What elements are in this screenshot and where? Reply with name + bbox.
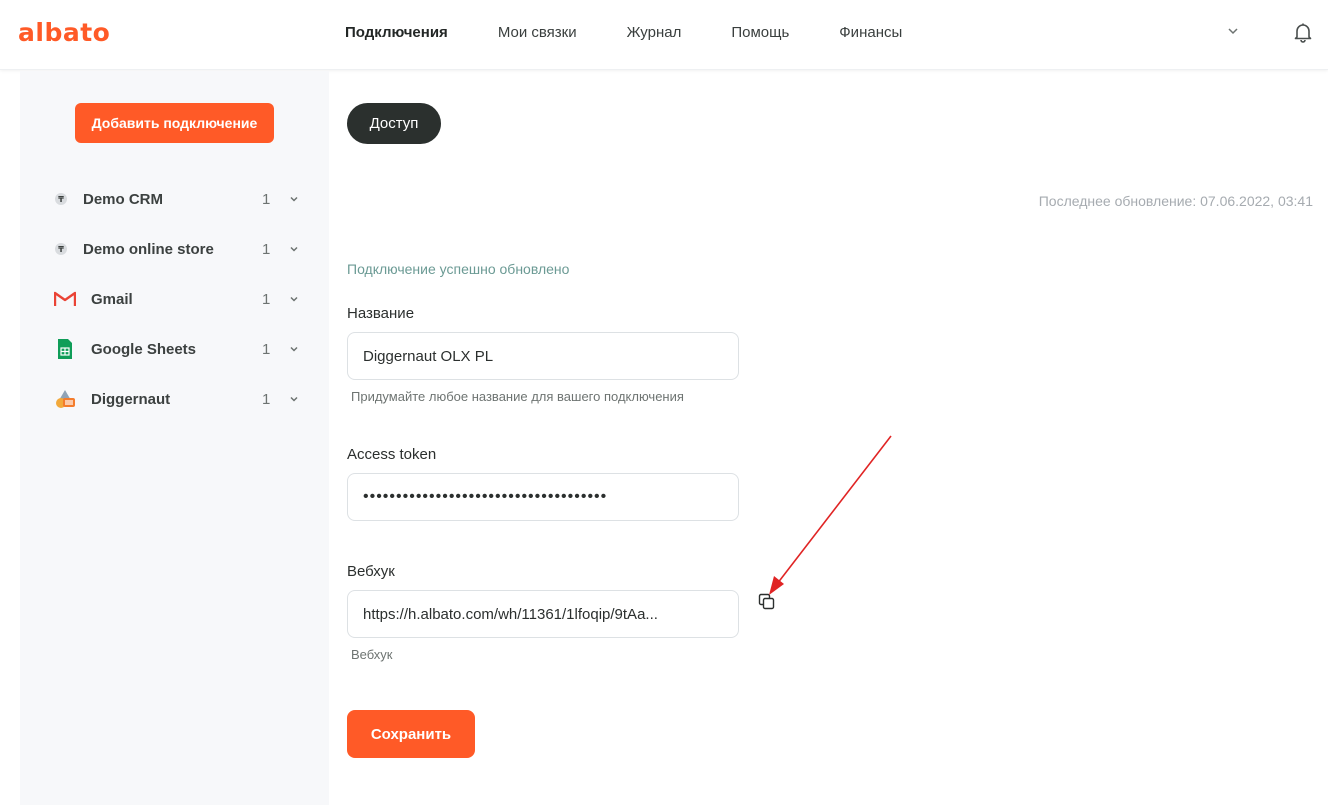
name-label: Название [347, 305, 415, 322]
gmail-icon [54, 288, 76, 310]
sidebar-item-google-sheets[interactable]: Google Sheets 1 [54, 324, 304, 374]
sidebar-item-label: Demo CRM [83, 190, 164, 208]
chevron-down-icon[interactable] [288, 343, 300, 355]
name-input[interactable] [347, 332, 739, 380]
sidebar-item-gmail[interactable]: Gmail 1 [54, 274, 304, 324]
sidebar-item-label: Diggernaut [91, 390, 171, 408]
nav-item-journal[interactable]: Журнал [627, 24, 682, 41]
add-connection-button[interactable]: Добавить подключение [75, 103, 274, 143]
last-update-text: Последнее обновление: 07.06.2022, 03:41 [1038, 193, 1313, 209]
demo-icon: ₸ [54, 238, 68, 260]
albato-logo[interactable]: albato [18, 18, 110, 47]
main-nav: Подключения Мои связки Журнал Помощь Фин… [345, 24, 952, 41]
nav-item-help[interactable]: Помощь [731, 24, 789, 41]
sidebar-item-demo-crm[interactable]: ₸ Demo CRM 1 [54, 174, 304, 224]
diggernaut-icon [54, 388, 76, 410]
chevron-down-icon[interactable] [1226, 24, 1240, 38]
chevron-down-icon[interactable] [288, 393, 300, 405]
connection-count: 1 [262, 290, 271, 308]
chevron-down-icon[interactable] [288, 293, 300, 305]
connection-settings-panel: Доступ Последнее обновление: 07.06.2022,… [347, 71, 1328, 805]
access-token-label: Access token [347, 446, 437, 463]
success-message: Подключение успешно обновлено [347, 261, 570, 277]
top-bar: albato Подключения Мои связки Журнал Пом… [0, 0, 1328, 70]
sidebar-item-label: Demo online store [83, 240, 214, 258]
bell-icon[interactable] [1292, 21, 1314, 43]
name-hint: Придумайте любое название для вашего под… [351, 389, 684, 404]
copy-icon[interactable] [758, 593, 776, 611]
access-tab-button[interactable]: Доступ [347, 103, 441, 144]
demo-icon: ₸ [54, 188, 68, 210]
access-token-input[interactable] [347, 473, 739, 521]
nav-item-finance[interactable]: Финансы [839, 24, 902, 41]
nav-item-connections[interactable]: Подключения [345, 24, 448, 41]
webhook-hint: Вебхук [351, 647, 393, 662]
connection-count: 1 [262, 240, 271, 258]
google-sheets-icon [54, 338, 76, 360]
nav-item-my-bundles[interactable]: Мои связки [498, 24, 577, 41]
sidebar: Добавить подключение ₸ Demo CRM 1 ₸ Demo… [20, 71, 329, 805]
save-button[interactable]: Сохранить [347, 710, 475, 758]
sidebar-item-label: Gmail [91, 290, 133, 308]
chevron-down-icon[interactable] [288, 243, 300, 255]
sidebar-item-demo-online-store[interactable]: ₸ Demo online store 1 [54, 224, 304, 274]
sidebar-item-label: Google Sheets [91, 340, 197, 358]
connection-count: 1 [262, 390, 271, 408]
sidebar-item-diggernaut[interactable]: Diggernaut 1 [54, 374, 304, 424]
connection-count: 1 [262, 340, 271, 358]
webhook-label: Вебхук [347, 563, 395, 580]
chevron-down-icon[interactable] [288, 193, 300, 205]
connection-list: ₸ Demo CRM 1 ₸ Demo online store 1 Gmail… [54, 174, 304, 424]
connection-count: 1 [262, 190, 271, 208]
svg-text:₸: ₸ [58, 245, 64, 254]
webhook-input[interactable] [347, 590, 739, 638]
svg-text:₸: ₸ [58, 195, 64, 204]
